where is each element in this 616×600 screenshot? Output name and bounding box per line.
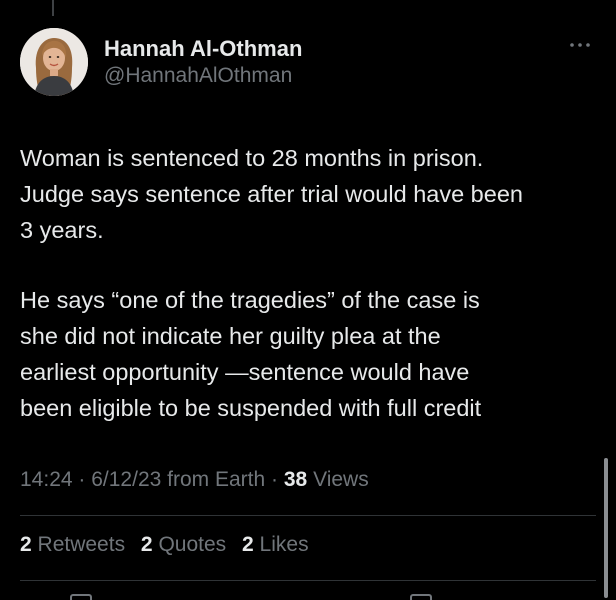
- quotes-count: 2: [140, 533, 153, 556]
- meta-separator: ·: [271, 468, 284, 491]
- tweet-source: from Earth: [167, 468, 266, 491]
- scrollbar[interactable]: [604, 458, 608, 598]
- more-options-icon[interactable]: [568, 38, 592, 52]
- author-handle[interactable]: @HannahAlOthman: [104, 64, 292, 88]
- divider: [20, 580, 596, 581]
- tweet-paragraph-1: Woman is sentenced to 28 months in priso…: [20, 145, 523, 243]
- thread-connector-line: [52, 0, 54, 16]
- tweet-date[interactable]: 6/12/23: [91, 468, 161, 491]
- meta-separator: ·: [78, 468, 92, 491]
- retweets-count: 2: [20, 533, 32, 556]
- divider: [20, 515, 596, 516]
- likes-label: Likes: [259, 533, 309, 556]
- author-name[interactable]: Hannah Al-Othman: [104, 36, 302, 62]
- retweets-label: Retweets: [37, 533, 126, 556]
- quotes-label: Quotes: [158, 533, 227, 556]
- bookmark-icon[interactable]: [410, 594, 432, 600]
- reply-icon[interactable]: [70, 594, 92, 600]
- views-label: Views: [313, 468, 369, 491]
- avatar[interactable]: [20, 28, 88, 96]
- action-bar: [20, 594, 596, 600]
- views-count: 38: [283, 468, 308, 491]
- tweet-header: Hannah Al-Othman @HannahAlOthman: [20, 28, 596, 98]
- likes-stat[interactable]: 2 Likes: [242, 533, 309, 556]
- quotes-stat[interactable]: 2 Quotes: [141, 533, 226, 556]
- likes-count: 2: [242, 533, 254, 556]
- avatar-image: [20, 28, 88, 96]
- tweet-meta: 14:24 · 6/12/23 from Earth · 38 Views: [20, 468, 369, 492]
- engagement-stats: 2 Retweets 2 Quotes 2 Likes: [20, 533, 319, 557]
- retweets-stat[interactable]: 2 Retweets: [20, 533, 125, 556]
- tweet-time[interactable]: 14:24: [20, 468, 73, 491]
- tweet-paragraph-2: He says “one of the tragedies” of the ca…: [20, 287, 482, 421]
- tweet-text: Woman is sentenced to 28 months in priso…: [20, 140, 600, 426]
